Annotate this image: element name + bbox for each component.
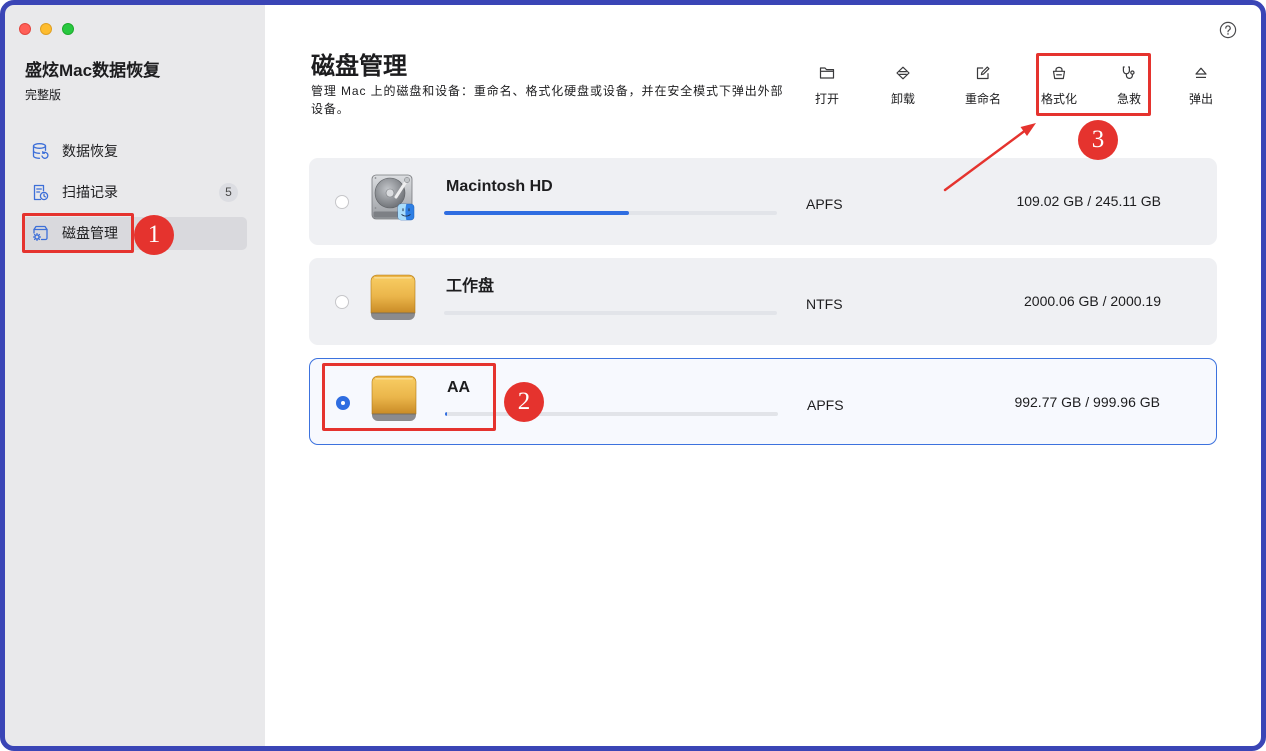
open-label: 打开 bbox=[814, 92, 839, 106]
annotation-marker-2: 2 bbox=[504, 382, 544, 422]
sidebar-item-data-recovery[interactable]: 数据恢复 bbox=[22, 135, 247, 168]
unmount-label: 卸载 bbox=[890, 92, 915, 106]
help-icon[interactable] bbox=[1219, 21, 1237, 39]
rename-label: 重命名 bbox=[964, 92, 1001, 106]
disk-filesystem: APFS bbox=[806, 196, 843, 212]
zoom-window-button[interactable] bbox=[62, 23, 74, 35]
scan-history-icon bbox=[33, 184, 49, 201]
unmount-icon bbox=[896, 66, 910, 80]
sidebar-item-label: 扫描记录 bbox=[62, 184, 118, 200]
disk-capacity: 109.02 GB / 245.11 GB bbox=[1016, 193, 1161, 209]
page-subtitle: 管理 Mac 上的磁盘和设备：重命名、格式化硬盘或设备，并在安全模式下弹出外部设… bbox=[311, 84, 784, 116]
annotation-marker-1: 1 bbox=[134, 215, 174, 255]
disk-radio[interactable] bbox=[335, 195, 349, 209]
close-window-button[interactable] bbox=[19, 23, 31, 35]
annotation-marker-3: 3 bbox=[1078, 120, 1118, 160]
eject-icon bbox=[1195, 67, 1207, 78]
disk-capacity: 992.77 GB / 999.96 GB bbox=[1014, 394, 1160, 410]
annotation-box-2 bbox=[322, 363, 496, 431]
unmount-button[interactable]: 卸载 bbox=[871, 65, 935, 107]
sidebar-item-label: 数据恢复 bbox=[62, 143, 118, 159]
sidebar bbox=[0, 0, 265, 751]
minimize-window-button[interactable] bbox=[40, 23, 52, 35]
sidebar-item-scan-history[interactable]: 扫描记录 5 bbox=[22, 176, 247, 209]
eject-button[interactable]: 弹出 bbox=[1169, 65, 1233, 107]
disk-capacity: 2000.06 GB / 2000.19 bbox=[1024, 293, 1161, 309]
disk-radio[interactable] bbox=[335, 295, 349, 309]
rename-icon bbox=[976, 66, 990, 80]
disk-filesystem: APFS bbox=[807, 397, 844, 413]
disk-usage-fill bbox=[444, 211, 629, 215]
disk-filesystem: NTFS bbox=[806, 296, 843, 312]
disk-usage-bar bbox=[444, 211, 777, 215]
disk-name: Macintosh HD bbox=[446, 178, 553, 195]
disk-row-macintosh-hd[interactable]: Macintosh HD APFS 109.02 GB / 245.11 GB bbox=[309, 158, 1217, 245]
app-edition: 完整版 bbox=[25, 88, 62, 102]
annotation-box-1 bbox=[22, 213, 134, 253]
annotation-box-3 bbox=[1036, 53, 1151, 116]
disk-row-work-disk[interactable]: 工作盘 NTFS 2000.06 GB / 2000.19 bbox=[309, 258, 1217, 345]
eject-label: 弹出 bbox=[1188, 92, 1213, 106]
external-drive-icon bbox=[370, 274, 416, 320]
folder-open-icon bbox=[819, 67, 835, 79]
app-name: 盛炫Mac数据恢复 bbox=[25, 61, 161, 80]
disk-name: 工作盘 bbox=[446, 278, 495, 295]
open-button[interactable]: 打开 bbox=[795, 65, 859, 107]
page-title: 磁盘管理 bbox=[311, 53, 407, 80]
database-icon bbox=[32, 143, 49, 159]
scan-count-badge: 5 bbox=[219, 183, 238, 202]
disk-usage-bar bbox=[444, 311, 777, 315]
rename-button[interactable]: 重命名 bbox=[951, 65, 1015, 107]
internal-hard-disk-icon bbox=[371, 174, 415, 221]
